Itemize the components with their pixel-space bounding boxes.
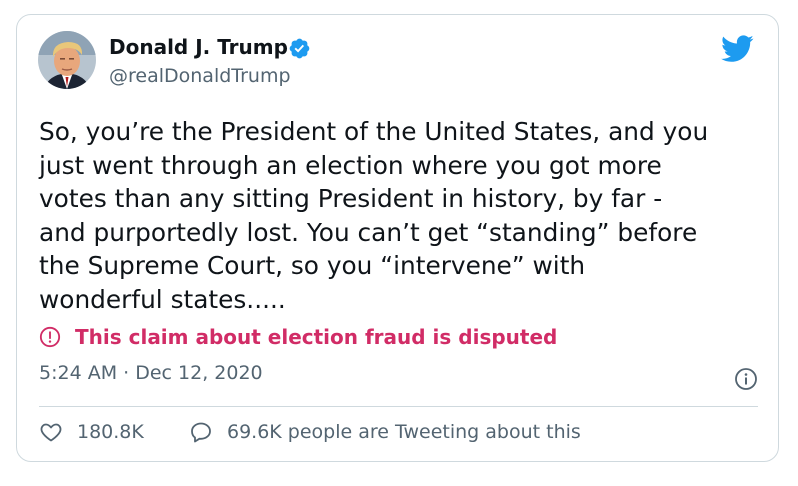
info-icon[interactable] <box>734 367 758 391</box>
author-handle[interactable]: @realDonaldTrump <box>109 65 291 87</box>
tweet-card: Donald J. Trump @realDonaldTrump So, you… <box>16 14 779 462</box>
verified-badge-icon <box>289 38 310 59</box>
avatar[interactable] <box>38 31 96 89</box>
twitter-bird-icon[interactable] <box>721 35 754 63</box>
tweet-text: So, you’re the President of the United S… <box>39 117 709 314</box>
tweet-timestamp[interactable]: 5:24 AM · Dec 12, 2020 <box>39 362 263 384</box>
speech-bubble-icon <box>191 422 211 443</box>
like-button[interactable]: 180.8K <box>39 420 144 444</box>
conversation-link[interactable]: 69.6K people are Tweeting about this <box>189 420 581 444</box>
heart-icon <box>40 423 62 442</box>
author-name[interactable]: Donald J. Trump <box>109 35 288 59</box>
dispute-notice[interactable]: This claim about election fraud is dispu… <box>39 325 557 349</box>
divider <box>39 406 758 407</box>
conversation-label: 69.6K people are Tweeting about this <box>227 421 581 443</box>
warning-icon <box>39 326 61 348</box>
dispute-notice-label[interactable]: This claim about election fraud is dispu… <box>75 325 557 349</box>
like-count: 180.8K <box>77 421 144 443</box>
